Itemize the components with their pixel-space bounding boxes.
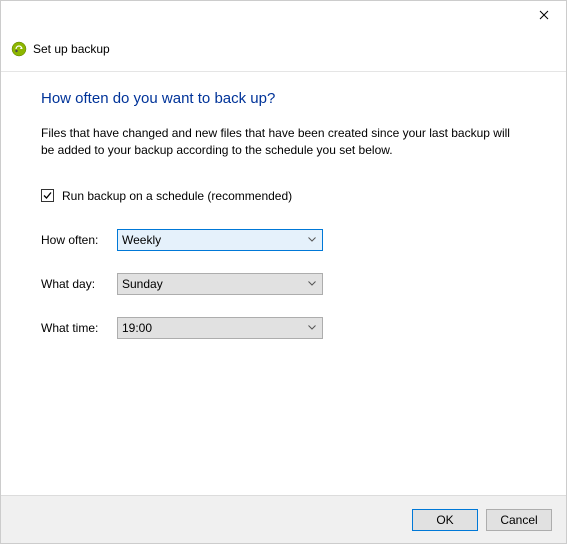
wizard-header: Set up backup: [1, 35, 566, 72]
titlebar: [1, 1, 566, 35]
schedule-checkbox-label: Run backup on a schedule (recommended): [62, 189, 292, 203]
close-icon: [539, 7, 549, 23]
chevron-down-icon: [308, 281, 316, 286]
chevron-down-icon: [308, 325, 316, 330]
what-day-value: Sunday: [122, 277, 163, 291]
how-often-dropdown[interactable]: Weekly: [117, 229, 323, 251]
how-often-label: How often:: [41, 233, 117, 247]
what-time-dropdown[interactable]: 19:00: [117, 317, 323, 339]
cancel-button[interactable]: Cancel: [486, 509, 552, 531]
chevron-down-icon: [308, 237, 316, 242]
what-time-value: 19:00: [122, 321, 152, 335]
what-day-dropdown[interactable]: Sunday: [117, 273, 323, 295]
wizard-title: Set up backup: [33, 42, 110, 56]
ok-button[interactable]: OK: [412, 509, 478, 531]
what-time-row: What time: 19:00: [41, 317, 526, 339]
what-day-label: What day:: [41, 277, 117, 291]
what-day-row: What day: Sunday: [41, 273, 526, 295]
content-area: How often do you want to back up? Files …: [1, 72, 566, 339]
what-time-label: What time:: [41, 321, 117, 335]
page-heading: How often do you want to back up?: [41, 90, 526, 107]
how-often-row: How often: Weekly: [41, 229, 526, 251]
schedule-checkbox[interactable]: [41, 189, 54, 202]
schedule-checkbox-row: Run backup on a schedule (recommended): [41, 189, 526, 203]
backup-wizard-icon: [11, 41, 27, 57]
page-description: Files that have changed and new files th…: [41, 125, 526, 159]
footer-button-bar: OK Cancel: [1, 495, 566, 543]
how-often-value: Weekly: [122, 233, 161, 247]
close-button[interactable]: [522, 1, 566, 29]
